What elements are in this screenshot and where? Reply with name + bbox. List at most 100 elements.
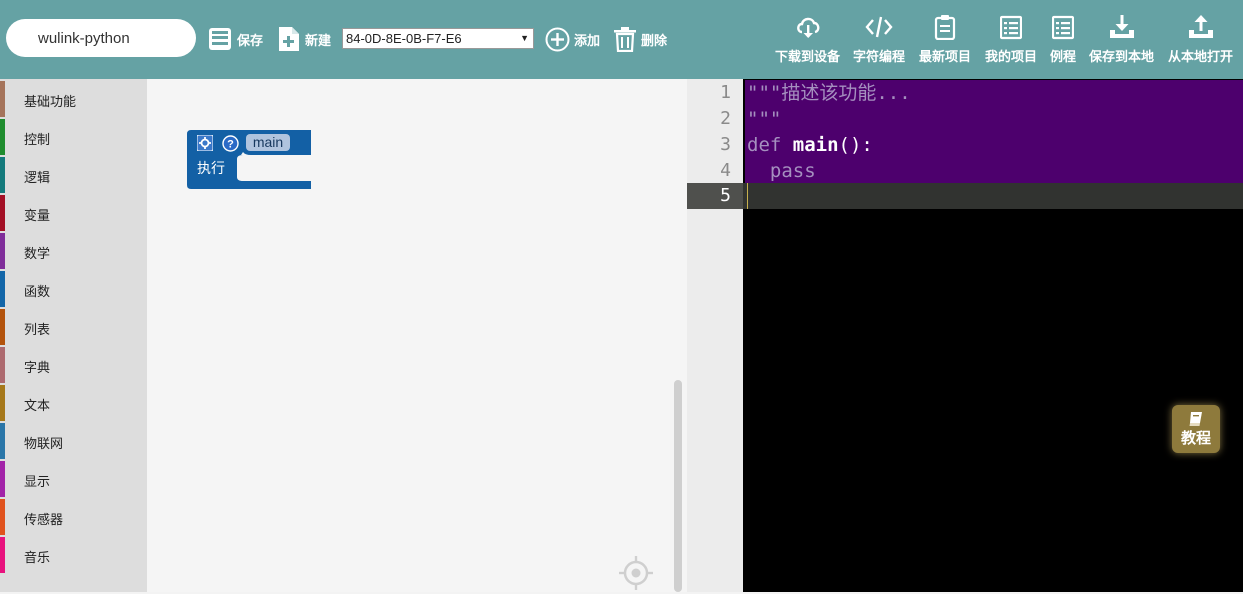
- device-select[interactable]: 84-0D-8E-0B-F7-E6 ▼: [342, 28, 534, 49]
- new-label: 新建: [305, 33, 332, 49]
- save-local-label: 保存到本地: [1089, 50, 1155, 65]
- cloud-download-icon: [796, 17, 819, 38]
- category-color: [0, 537, 5, 573]
- category-label: 基础功能: [24, 95, 77, 110]
- function-name-field[interactable]: main: [246, 134, 290, 151]
- category-display[interactable]: 显示: [0, 461, 147, 497]
- code-punctuation: ():: [838, 134, 873, 156]
- category-color: [0, 309, 5, 345]
- new-file-icon: [279, 27, 299, 51]
- category-label: 函数: [24, 285, 51, 300]
- category-color: [0, 461, 5, 497]
- category-control[interactable]: 控制: [0, 119, 147, 155]
- category-color: [0, 195, 5, 231]
- open-local-label: 从本地打开: [1168, 50, 1234, 65]
- code-line-1: """描述该功能...: [747, 82, 911, 104]
- category-label: 显示: [24, 475, 51, 490]
- code-icon: [865, 16, 893, 38]
- category-color: [0, 271, 5, 307]
- svg-text:?: ?: [227, 139, 234, 151]
- text-cursor: [747, 183, 748, 209]
- tutorial-button[interactable]: 教程: [1172, 405, 1220, 453]
- list-icon: [1052, 15, 1074, 40]
- category-color: [0, 119, 5, 155]
- category-color: [0, 499, 5, 535]
- category-color: [0, 423, 5, 459]
- code-line-4: pass: [747, 160, 816, 182]
- category-text[interactable]: 文本: [0, 385, 147, 421]
- recenter-icon[interactable]: [619, 556, 653, 590]
- category-color: [0, 385, 5, 421]
- category-logic[interactable]: 逻辑: [0, 157, 147, 193]
- main-function-block[interactable]: ? main 执行: [187, 130, 311, 189]
- category-basic[interactable]: 基础功能: [0, 81, 147, 117]
- device-id: 84-0D-8E-0B-F7-E6: [346, 31, 462, 46]
- download-to-device-label: 下载到设备: [775, 50, 841, 65]
- download-to-device-button[interactable]: 下载到设备: [775, 14, 840, 66]
- code-editor[interactable]: 1 2 3 4 5 """描述该功能... """ def main(): pa…: [687, 79, 1243, 592]
- function-name: main: [792, 134, 839, 156]
- category-functions[interactable]: 函数: [0, 271, 147, 307]
- top-toolbar: 保存 新建 84-0D-8E-0B-F7-E6 ▼ 添加 删除: [0, 0, 1243, 79]
- line-number: 3: [720, 134, 731, 155]
- active-line-number: 5: [687, 183, 743, 209]
- category-color: [0, 81, 5, 117]
- category-label: 逻辑: [24, 171, 51, 186]
- category-label: 变量: [24, 209, 51, 224]
- category-math[interactable]: 数学: [0, 233, 147, 269]
- category-color: [0, 347, 5, 383]
- upload-tray-icon: [1188, 15, 1213, 38]
- delete-label: 删除: [641, 33, 668, 49]
- line-number: 4: [720, 160, 731, 181]
- trash-icon: [614, 27, 636, 52]
- latest-projects-label: 最新项目: [919, 50, 972, 65]
- clipboard-icon: [934, 15, 956, 40]
- gear-icon[interactable]: [196, 134, 214, 152]
- category-label: 传感器: [24, 513, 64, 528]
- latest-projects-button[interactable]: 最新项目: [919, 14, 971, 66]
- category-label: 字典: [24, 361, 51, 376]
- line-number: 2: [720, 108, 731, 129]
- chevron-down-icon: ▼: [520, 33, 529, 43]
- category-label: 数学: [24, 247, 51, 262]
- block-workspace[interactable]: ? main 执行: [147, 79, 687, 592]
- code-line-3: def main():: [747, 132, 873, 158]
- keyword-def: def: [747, 134, 793, 156]
- help-icon[interactable]: ?: [222, 135, 239, 152]
- category-color: [0, 233, 5, 269]
- current-line-highlight: [743, 183, 1243, 209]
- category-label: 控制: [24, 133, 51, 148]
- examples-label: 例程: [1050, 50, 1077, 65]
- category-iot[interactable]: 物联网: [0, 423, 147, 459]
- add-label: 添加: [574, 33, 601, 49]
- line-number: 1: [720, 82, 731, 103]
- category-label: 列表: [24, 323, 51, 338]
- category-label: 音乐: [24, 551, 51, 566]
- save-button[interactable]: 保存: [207, 23, 263, 55]
- text-coding-label: 字符编程: [853, 50, 906, 65]
- my-projects-button[interactable]: 我的项目: [985, 14, 1037, 66]
- my-projects-label: 我的项目: [985, 50, 1038, 65]
- category-color: [0, 157, 5, 193]
- category-variables[interactable]: 变量: [0, 195, 147, 231]
- category-dictionary[interactable]: 字典: [0, 347, 147, 383]
- examples-button[interactable]: 例程: [1050, 14, 1076, 66]
- save-local-button[interactable]: 保存到本地: [1089, 14, 1154, 66]
- project-name-input[interactable]: [6, 19, 196, 57]
- text-coding-button[interactable]: 字符编程: [853, 14, 905, 66]
- add-circle-icon: [545, 27, 570, 51]
- category-lists[interactable]: 列表: [0, 309, 147, 345]
- new-button[interactable]: 新建: [277, 23, 331, 55]
- delete-button[interactable]: 删除: [613, 23, 667, 55]
- category-label: 文本: [24, 399, 51, 414]
- workspace-scrollbar[interactable]: [674, 380, 682, 592]
- execute-label: 执行: [197, 161, 225, 177]
- category-music[interactable]: 音乐: [0, 537, 147, 573]
- category-sensors[interactable]: 传感器: [0, 499, 147, 535]
- download-tray-icon: [1109, 15, 1134, 38]
- open-local-button[interactable]: 从本地打开: [1168, 14, 1233, 66]
- code-line-2: """: [747, 108, 782, 130]
- line-number-gutter: 1 2 3 4 5: [687, 79, 743, 592]
- category-label: 物联网: [24, 437, 64, 452]
- add-button[interactable]: 添加: [545, 23, 600, 55]
